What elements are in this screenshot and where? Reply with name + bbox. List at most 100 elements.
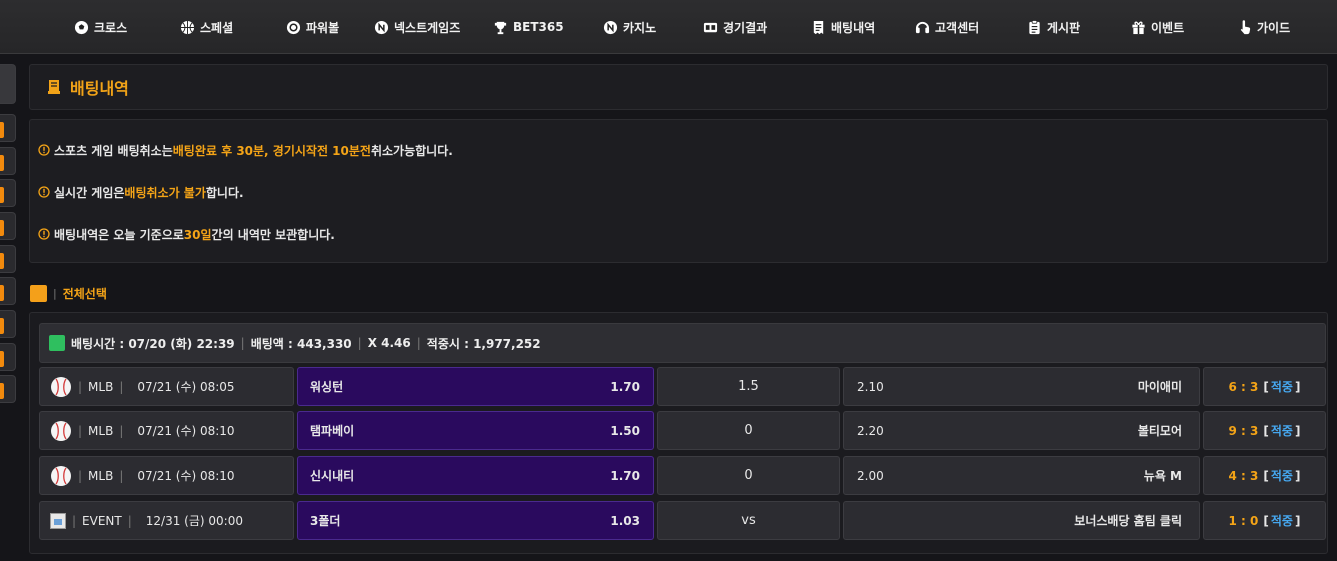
home-team-pick[interactable]: 워싱턴 1.70 <box>297 367 654 406</box>
away-odds: 2.00 <box>857 468 884 483</box>
sidebar-tab-marker <box>0 253 4 269</box>
sidebar-tab-marker <box>0 318 4 334</box>
page-title-panel: 배팅내역 <box>29 64 1328 110</box>
sidebar-tab[interactable] <box>0 310 16 338</box>
n-circle-icon <box>603 20 618 35</box>
bet-row: | MLB | 07/21 (수) 08:10 신시내티 1.70 0 2.00… <box>39 456 1326 495</box>
hand-pointer-icon <box>1237 19 1252 35</box>
bet-row: | EVENT | 12/31 (금) 00:00 3폴더 1.03 vs 보너… <box>39 501 1326 540</box>
divider: | <box>119 423 124 438</box>
sidebar-tab[interactable] <box>0 147 16 175</box>
bet-time: 배팅시간 : 07/20 (화) 22:39 <box>71 336 235 351</box>
result-hit-link[interactable]: 적중 <box>1271 467 1293 484</box>
sidebar-tab[interactable] <box>0 343 16 371</box>
nav-item-nextgames[interactable]: 넥스트게임즈 <box>374 0 460 54</box>
nav-item-special[interactable]: 스페셜 <box>180 0 233 54</box>
home-team-name: 신시내티 <box>310 469 355 483</box>
home-odds: 1.50 <box>610 423 640 438</box>
soccer-ball-icon <box>74 20 89 35</box>
nav-item-event[interactable]: 이벤트 <box>1131 0 1184 54</box>
divider: | <box>53 286 57 300</box>
sidebar-tab-marker <box>0 351 4 367</box>
nav-item-support[interactable]: 고객센터 <box>915 0 979 54</box>
bet-summary-header: 배팅시간 : 07/20 (화) 22:39 | 배팅액 : 443,330 |… <box>39 323 1326 363</box>
info-icon <box>38 144 50 156</box>
divider: | <box>127 513 132 528</box>
nav-item-cross[interactable]: 크로스 <box>74 0 127 54</box>
result-hit-link[interactable]: 적중 <box>1271 512 1293 529</box>
final-score: 4 : 3 <box>1228 468 1259 483</box>
sidebar-tab[interactable] <box>0 375 16 403</box>
match-result: 6 : 3 [적중] <box>1203 367 1326 406</box>
powerball-icon <box>286 20 301 35</box>
away-team-pick[interactable]: 2.00 뉴욕 M <box>843 456 1200 495</box>
away-team-name: 볼티모어 <box>1137 424 1182 438</box>
divider: | <box>72 513 77 528</box>
divider: | <box>240 336 245 350</box>
match-time: 07/21 (수) 08:10 <box>137 424 235 438</box>
match-result: 1 : 0 [적중] <box>1203 501 1326 540</box>
handicap-value: 0 <box>657 411 840 450</box>
home-team-name: 3폴더 <box>310 514 341 528</box>
receipt-icon <box>811 20 826 35</box>
nav-item-guide[interactable]: 가이드 <box>1237 0 1290 54</box>
home-team-pick[interactable]: 탬파베이 1.50 <box>297 411 654 450</box>
nav-item-bet-history[interactable]: 배팅내역 <box>811 0 875 54</box>
sidebar-tab[interactable] <box>0 277 16 305</box>
sidebar-tab[interactable] <box>0 179 16 207</box>
select-all-checkbox[interactable] <box>30 284 47 302</box>
away-team-pick[interactable]: 보너스배당 홈팀 클릭 <box>843 501 1200 540</box>
broken-image-icon <box>50 512 66 529</box>
basketball-icon <box>180 20 195 35</box>
league-name: MLB <box>88 423 114 438</box>
sidebar-tab[interactable] <box>0 245 16 273</box>
notice-line: 배팅내역은 오늘 기준으로 30일 간의 내역만 보관합니다. <box>38 224 335 244</box>
match-time: 07/21 (수) 08:10 <box>137 469 235 483</box>
match-result: 4 : 3 [적중] <box>1203 456 1326 495</box>
away-team-pick[interactable]: 2.10 마이애미 <box>843 367 1200 406</box>
league-name: EVENT <box>82 513 122 528</box>
gift-icon <box>1131 20 1146 35</box>
sidebar-tab-main[interactable] <box>0 64 16 104</box>
sidebar-tab[interactable] <box>0 212 16 240</box>
away-odds: 2.20 <box>857 423 884 438</box>
home-team-pick[interactable]: 신시내티 1.70 <box>297 456 654 495</box>
bet-odds: X 4.46 <box>367 336 411 350</box>
page-title: 배팅내역 <box>70 79 129 98</box>
select-all-toggle[interactable]: | 전체선택 <box>30 284 107 302</box>
final-score: 9 : 3 <box>1228 423 1259 438</box>
sidebar-tab-marker <box>0 220 4 236</box>
nav-item-bet365[interactable]: BET365 <box>493 0 564 54</box>
sidebar-tab-marker <box>0 383 4 399</box>
home-odds: 1.70 <box>610 468 640 483</box>
n-circle-icon <box>374 20 389 35</box>
result-hit-link[interactable]: 적중 <box>1271 378 1293 395</box>
home-odds: 1.70 <box>610 379 640 394</box>
top-navigation: 크로스 스페셜 파워볼 넥스트게임즈 BET365 카지노 경기결과 배팅내역 … <box>0 0 1337 54</box>
nav-item-powerball[interactable]: 파워볼 <box>286 0 339 54</box>
result-hit-link[interactable]: 적중 <box>1271 422 1293 439</box>
away-team-name: 보너스배당 홈팀 클릭 <box>1074 514 1182 528</box>
sidebar-tab[interactable] <box>0 114 16 142</box>
home-odds: 1.03 <box>610 513 640 528</box>
info-icon <box>38 186 50 198</box>
bet-checkbox[interactable] <box>49 335 65 351</box>
divider: | <box>119 468 124 483</box>
home-team-pick[interactable]: 3폴더 1.03 <box>297 501 654 540</box>
away-team-pick[interactable]: 2.20 볼티모어 <box>843 411 1200 450</box>
scoreboard-icon <box>703 20 718 35</box>
sidebar-tab-marker <box>0 155 4 171</box>
match-result: 9 : 3 [적중] <box>1203 411 1326 450</box>
match-info: | EVENT | 12/31 (금) 00:00 <box>39 501 294 540</box>
nav-item-results[interactable]: 경기결과 <box>703 0 767 54</box>
receipt-icon <box>48 80 60 94</box>
nav-item-casino[interactable]: 카지노 <box>603 0 656 54</box>
divider: | <box>357 336 362 350</box>
nav-item-board[interactable]: 게시판 <box>1027 0 1080 54</box>
away-odds: 2.10 <box>857 379 884 394</box>
match-time: 07/21 (수) 08:05 <box>137 380 235 394</box>
notice-panel: 스포츠 게임 배팅취소는 배팅완료 후 30분, 경기시작전 10분전 취소가능… <box>29 119 1328 263</box>
match-info: | MLB | 07/21 (수) 08:05 <box>39 367 294 406</box>
home-team-name: 탬파베이 <box>310 424 355 438</box>
match-info: | MLB | 07/21 (수) 08:10 <box>39 411 294 450</box>
